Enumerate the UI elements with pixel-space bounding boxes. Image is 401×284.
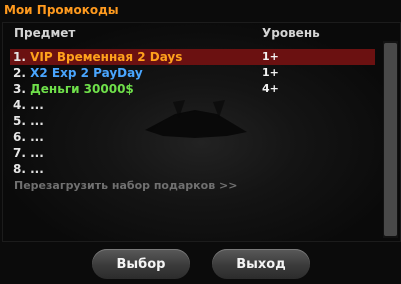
- exit-button[interactable]: Выход: [212, 249, 310, 279]
- list-item[interactable]: 1. VIP Временная 2 Days 1+: [10, 49, 375, 65]
- item-number: 8.: [13, 162, 26, 176]
- item-number: 2.: [13, 66, 26, 80]
- item-number: 3.: [13, 82, 26, 96]
- column-header-level: Уровень: [262, 26, 320, 40]
- item-number: 1.: [13, 50, 26, 64]
- item-level: 1+: [262, 66, 279, 79]
- item-number: 6.: [13, 130, 26, 144]
- list-item[interactable]: 4. ...: [10, 97, 375, 113]
- item-number: 5.: [13, 114, 26, 128]
- scrollbar-thumb[interactable]: [384, 43, 397, 236]
- item-label: ...: [30, 114, 44, 128]
- item-label: Деньги 30000$: [30, 82, 134, 96]
- item-label: ...: [30, 162, 44, 176]
- column-header-item: Предмет: [14, 26, 76, 40]
- list-item[interactable]: 5. ...: [10, 113, 375, 129]
- item-label: VIP Временная 2 Days: [30, 50, 183, 64]
- promocodes-window: Мои Промокоды Предмет Уровень 1. VIP Вре…: [0, 0, 401, 284]
- item-level: 1+: [262, 50, 279, 63]
- window-title: Мои Промокоды: [4, 3, 119, 17]
- item-number: 7.: [13, 146, 26, 160]
- reload-gifts-link[interactable]: Перезагрузить набор подарков >>: [14, 179, 237, 192]
- item-label: ...: [30, 98, 44, 112]
- select-button[interactable]: Выбор: [92, 249, 190, 279]
- item-label: X2 Exp 2 PayDay: [30, 66, 143, 80]
- item-number: 4.: [13, 98, 26, 112]
- item-level: 4+: [262, 82, 279, 95]
- list-item[interactable]: 2. X2 Exp 2 PayDay 1+: [10, 65, 375, 81]
- list-item[interactable]: 3. Деньги 30000$ 4+: [10, 81, 375, 97]
- list-item[interactable]: 6. ...: [10, 129, 375, 145]
- list-item[interactable]: 7. ...: [10, 145, 375, 161]
- list-item[interactable]: 8. ...: [10, 161, 375, 177]
- item-label: ...: [30, 130, 44, 144]
- item-label: ...: [30, 146, 44, 160]
